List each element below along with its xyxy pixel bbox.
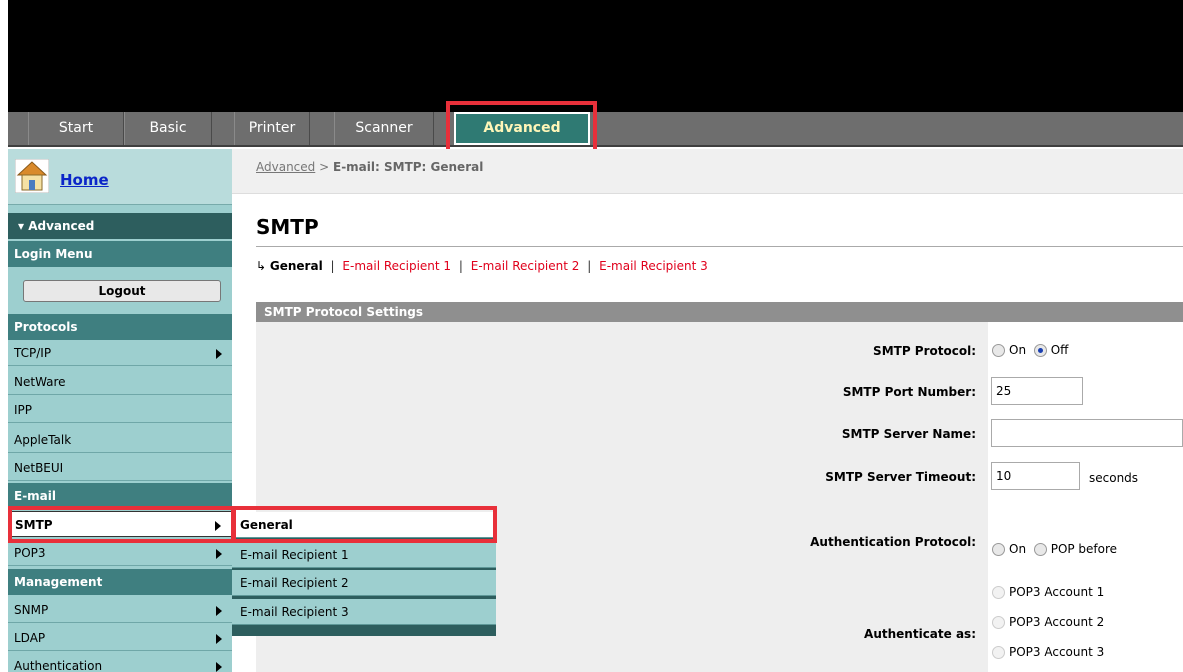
top-black-band [0,0,1183,112]
title-divider [256,246,1183,247]
submenu-item-general[interactable]: General [232,512,496,538]
tab-start[interactable]: Start [28,112,124,145]
radio-label-on: On [1009,343,1027,357]
sidebar-item-authentication[interactable]: Authentication [8,653,232,672]
logout-button[interactable]: Logout [23,280,221,302]
sidebar-item-label: Authentication [14,659,103,672]
auth-as-option-label: POP3 Account 3 [1009,645,1105,659]
submenu-arrow-icon [216,549,222,559]
sidebar-item-smtp[interactable]: SMTP [8,511,232,537]
smtp-port-input[interactable]: 25 [991,377,1083,405]
home-section: Home [8,149,232,205]
sub-nav-recipient-3[interactable]: E-mail Recipient 3 [599,259,708,273]
radio-label-pop-before: POP before [1050,542,1118,556]
sub-navigation: ↳ General | E-mail Recipient 1 | E-mail … [256,259,708,273]
sidebar-item-ipp[interactable]: IPP [8,397,232,423]
auth-as-option-2[interactable]: POP3 Account 2 [992,615,1104,629]
auth-protocol-label: Authentication Protocol: [810,535,976,549]
timeout-label: SMTP Server Timeout: [825,470,976,484]
sidebar-item-label: LDAP [14,631,46,645]
auth-as-radio[interactable] [992,616,1005,629]
submenu-item-recipient-3[interactable]: E-mail Recipient 3 [232,599,496,625]
submenu-item-recipient-2[interactable]: E-mail Recipient 2 [232,570,496,596]
timeout-unit: seconds [1089,471,1139,485]
tab-basic[interactable]: Basic [124,112,212,145]
sidebar-item-snmp[interactable]: SNMP [8,597,232,623]
sidebar-item-label: POP3 [14,546,46,560]
breadcrumb-current: E-mail: SMTP: General [333,160,484,174]
home-link[interactable]: Home [60,171,109,189]
tab-printer[interactable]: Printer [234,112,310,145]
sub-nav-recipient-2[interactable]: E-mail Recipient 2 [471,259,580,273]
breadcrumb-advanced-link[interactable]: Advanced [256,160,315,174]
sidebar-item-appletalk[interactable]: AppleTalk [8,427,232,453]
smtp-protocol-radio-group: On Off [992,343,1068,357]
radio-label-on: On [1009,542,1027,556]
sidebar-email-header: E-mail [8,483,232,509]
sidebar-item-pop3[interactable]: POP3 [8,540,232,566]
sidebar-item-ldap[interactable]: LDAP [8,625,232,651]
sidebar-protocols-header: Protocols [8,314,232,340]
sidebar-item-label: SNMP [14,603,49,617]
sub-nav-separator: | [458,259,463,273]
breadcrumb-separator: > [319,160,330,174]
home-icon[interactable] [15,159,49,193]
auth-as-option-label: POP3 Account 1 [1009,585,1105,599]
submenu-item-recipient-1[interactable]: E-mail Recipient 1 [232,542,496,568]
sub-nav-general[interactable]: General [270,259,323,273]
auth-as-option-3[interactable]: POP3 Account 3 [992,645,1104,659]
auth-on-radio[interactable] [992,543,1005,556]
sidebar-login-menu-header: Login Menu [8,241,232,267]
submenu-arrow-icon [216,606,222,616]
sidebar: Home ▾ Advanced Login Menu Logout Protoc… [8,149,232,672]
sidebar-advanced-header[interactable]: ▾ Advanced [8,213,232,239]
tab-advanced[interactable]: Advanced [454,112,590,145]
left-margin [0,0,8,672]
sidebar-management-header: Management [8,569,232,595]
smtp-server-name-input[interactable] [991,419,1183,447]
radio-label-off: Off [1050,343,1069,357]
sidebar-item-netware[interactable]: NetWare [8,369,232,395]
smtp-protocol-on-radio[interactable] [992,344,1005,357]
auth-pop-before-radio[interactable] [1033,543,1047,556]
smtp-protocol-off-radio[interactable] [1033,344,1047,357]
auth-as-radio[interactable] [992,586,1005,599]
tab-scanner[interactable]: Scanner [334,112,434,145]
sub-nav-recipient-1[interactable]: E-mail Recipient 1 [342,259,451,273]
server-name-label: SMTP Server Name: [841,427,976,441]
submenu-arrow-icon [216,349,222,359]
breadcrumb: Advanced > E-mail: SMTP: General [232,149,1183,194]
main-tab-bar: Start Basic Printer Scanner Advanced [8,112,1183,147]
sidebar-item-netbeui[interactable]: NetBEUI [8,455,232,481]
auth-as-radio[interactable] [992,646,1005,659]
smtp-protocol-label: SMTP Protocol: [873,344,976,358]
sidebar-item-label: TCP/IP [14,346,52,360]
sub-nav-separator: | [330,259,335,273]
submenu-arrow-icon [216,634,222,644]
sub-nav-separator: | [587,259,592,273]
auth-protocol-radio-group: On POP before [992,542,1117,556]
auth-as-option-label: POP3 Account 2 [1009,615,1105,629]
sidebar-item-tcpip[interactable]: TCP/IP [8,340,232,366]
logout-area: Logout [8,274,232,306]
section-header: SMTP Protocol Settings [256,302,1183,322]
auth-as-option-1[interactable]: POP3 Account 1 [992,585,1104,599]
authenticate-as-label: Authenticate as: [864,627,976,641]
submenu-arrow-icon [215,521,221,531]
port-label: SMTP Port Number: [842,385,976,399]
smtp-submenu: General E-mail Recipient 1 E-mail Recipi… [232,512,496,636]
sidebar-item-label: SMTP [15,518,53,532]
page-title: SMTP [256,215,319,239]
sub-nav-arrow-icon: ↳ [256,259,267,273]
smtp-timeout-input[interactable]: 10 [991,462,1080,490]
submenu-arrow-icon [216,662,222,672]
